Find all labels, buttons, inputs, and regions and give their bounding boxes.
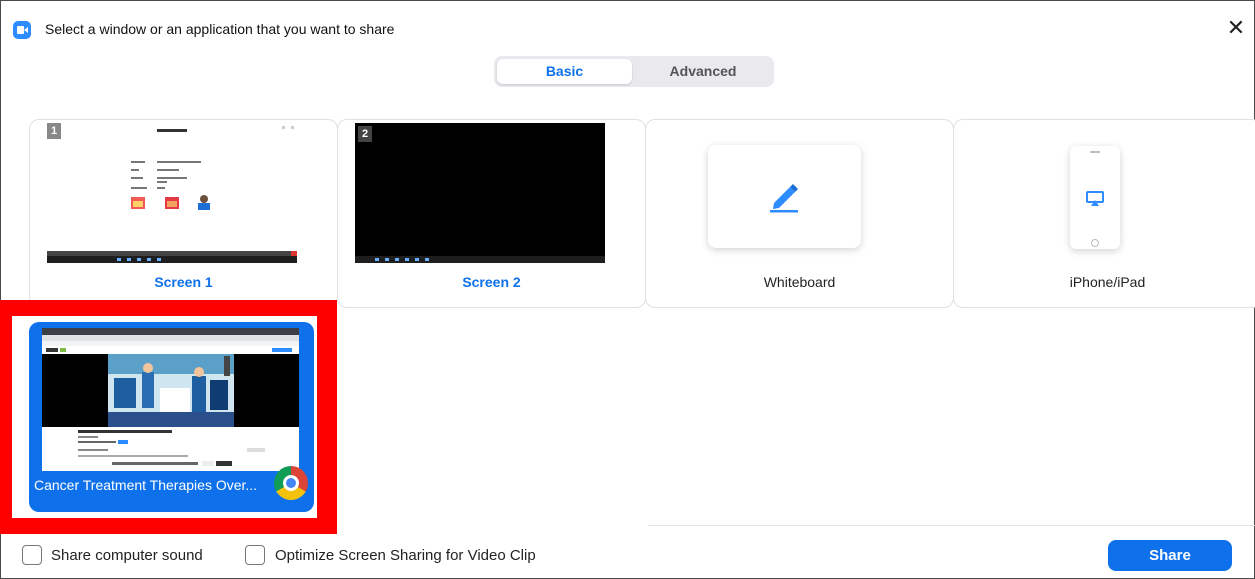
screen-1-label: Screen 1 <box>154 274 213 290</box>
footer-divider <box>648 525 1255 526</box>
title-bar: Select a window or an application that y… <box>0 0 1255 40</box>
iphone-ipad-label: iPhone/iPad <box>1069 274 1146 290</box>
share-mode-tabs: Basic Advanced <box>494 56 774 87</box>
chrome-window-label: Cancer Treatment Therapies Over... <box>34 477 258 493</box>
airplay-icon <box>1086 191 1104 206</box>
zoom-app-icon <box>13 21 31 39</box>
screen-2-label: Screen 2 <box>462 274 521 290</box>
screen-number-badge: 1 <box>47 123 61 139</box>
window-title: Select a window or an application that y… <box>45 21 395 37</box>
share-option-whiteboard[interactable]: Whiteboard <box>645 119 954 308</box>
optimize-video-clip-label: Optimize Screen Sharing for Video Clip <box>275 547 536 564</box>
share-button[interactable]: Share <box>1108 540 1232 571</box>
share-computer-sound-label: Share computer sound <box>51 547 203 564</box>
phone-card <box>1070 146 1120 249</box>
share-option-iphone-ipad[interactable]: iPhone/iPad <box>953 119 1255 308</box>
screen-2-thumbnail: 2 <box>355 123 605 263</box>
chrome-icon <box>274 466 308 500</box>
close-icon[interactable]: ✕ <box>1225 17 1247 39</box>
selection-highlight-box: Cancer Treatment Therapies Over... <box>0 300 337 534</box>
share-computer-sound-checkbox[interactable] <box>22 545 42 565</box>
optimize-video-clip-checkbox[interactable] <box>245 545 265 565</box>
screen-1-thumbnail: 1 <box>47 123 297 263</box>
pen-icon <box>770 184 798 213</box>
whiteboard-label: Whiteboard <box>763 274 836 290</box>
chrome-window-thumbnail <box>42 328 299 471</box>
tab-advanced[interactable]: Advanced <box>634 56 772 87</box>
whiteboard-card <box>708 145 861 248</box>
screen-number-badge: 2 <box>358 126 372 142</box>
share-option-chrome-window[interactable]: Cancer Treatment Therapies Over... <box>29 322 314 512</box>
share-option-screen-1[interactable]: 1 Screen 1 <box>29 119 338 308</box>
selection-highlight-inner: Cancer Treatment Therapies Over... <box>12 316 317 518</box>
tab-basic[interactable]: Basic <box>497 59 632 84</box>
share-option-screen-2[interactable]: 2 Screen 2 <box>337 119 646 308</box>
